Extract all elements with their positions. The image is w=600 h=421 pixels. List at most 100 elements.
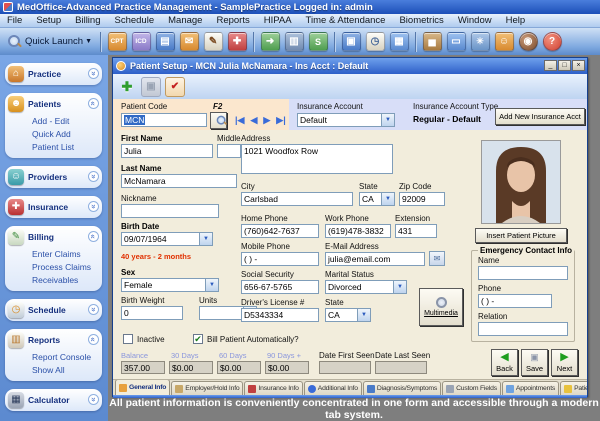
tab-appointments[interactable]: Appointments — [502, 381, 559, 395]
social-security-input[interactable]: 656-67-5765 — [241, 280, 319, 294]
sidebar-item-insurance[interactable]: ✚ Insurance « — [8, 198, 99, 215]
save-button[interactable]: ▣ Save — [521, 349, 548, 376]
work-phone-input[interactable]: (619)478-3832 — [325, 224, 391, 238]
menu-reports[interactable]: Reports — [209, 15, 256, 26]
menu-time-attendance[interactable]: Time & Attendance — [299, 15, 393, 26]
sidebar-link-enter-claims[interactable]: Enter Claims — [32, 248, 99, 261]
tab-general-info[interactable]: General Info — [115, 379, 170, 395]
state-select[interactable]: CA▼ — [359, 192, 395, 206]
menu-help[interactable]: Help — [499, 15, 533, 26]
last-record-button[interactable]: ▶| — [276, 115, 285, 125]
zip-code-input[interactable]: 92009 — [399, 192, 445, 206]
license-state-select[interactable]: CA▼ — [325, 308, 371, 322]
bill-automatically-checkbox[interactable]: ✔ Bill Patient Automatically? — [193, 334, 299, 344]
sidebar-item-providers[interactable]: ☺ Providers « — [8, 168, 99, 185]
referrals-icon[interactable]: ➜ — [261, 32, 280, 51]
birth-date-input[interactable]: 09/07/1964▼ — [121, 232, 213, 246]
last-name-input[interactable]: McNamara — [121, 174, 237, 188]
first-record-button[interactable]: |◀ — [235, 115, 244, 125]
birth-weight-input[interactable]: 0 — [121, 306, 183, 320]
emergency-kit-icon[interactable]: ✚ — [228, 32, 247, 51]
middle-initial-input[interactable] — [217, 144, 241, 158]
new-patient-icon[interactable]: ✚ — [117, 77, 137, 97]
collapse-chevron-icon[interactable]: « — [88, 334, 99, 345]
nickname-input[interactable] — [121, 204, 219, 218]
menu-file[interactable]: File — [0, 15, 29, 26]
expand-chevron-icon[interactable]: « — [88, 171, 99, 182]
sidebar-item-patients[interactable]: ☻ Patients « — [8, 95, 99, 112]
emergency-phone-input[interactable]: ( ) - — [478, 294, 552, 308]
tab-patient-notes[interactable]: Patient Notes — [560, 381, 587, 395]
email-input[interactable]: julia@email.com — [325, 252, 425, 266]
quick-launch-dropdown-icon[interactable]: ▼ — [85, 38, 92, 45]
inactive-checkbox[interactable]: Inactive — [123, 334, 165, 344]
charts-icon[interactable]: ▅ — [423, 32, 442, 51]
emergency-name-input[interactable] — [478, 266, 568, 280]
menu-billing[interactable]: Billing — [68, 15, 107, 26]
multimedia-button[interactable]: Multimedia — [419, 288, 463, 326]
menu-setup[interactable]: Setup — [29, 15, 68, 26]
verify-clipboard-icon[interactable]: ✔ — [165, 77, 185, 97]
tab-insurance-info[interactable]: Insurance Info — [244, 381, 302, 395]
patient-code-input[interactable]: MCN — [121, 113, 207, 127]
sidebar-item-billing[interactable]: ✎ Billing « — [8, 228, 99, 245]
monitor-icon[interactable]: ▭ — [447, 32, 466, 51]
sidebar-item-reports[interactable]: ▥ Reports « — [8, 331, 99, 348]
drivers-license-input[interactable]: D5343334 — [241, 308, 319, 322]
tab-diagnosis-symptoms[interactable]: Diagnosis/Symptoms — [363, 381, 441, 395]
marital-status-select[interactable]: Divorced▼ — [325, 280, 407, 294]
home-phone-input[interactable]: (760)642-7637 — [241, 224, 319, 238]
menu-window[interactable]: Window — [451, 15, 499, 26]
search-icon[interactable] — [8, 35, 21, 48]
back-button[interactable]: ◀ Back — [491, 349, 518, 376]
insert-patient-picture-button[interactable]: Insert Patient Picture — [475, 228, 567, 243]
minimize-button[interactable]: _ — [544, 60, 557, 71]
send-email-button[interactable]: ✉ — [429, 251, 445, 266]
add-new-insurance-button[interactable]: Add New Insurance Acct — [495, 108, 585, 125]
expand-chevron-icon[interactable]: « — [88, 68, 99, 79]
sidebar-link-quick-add[interactable]: Quick Add — [32, 128, 99, 141]
patient-window-titlebar[interactable]: Patient Setup - MCN Julia McNamara - Ins… — [113, 58, 587, 74]
quick-launch-button[interactable]: Quick Launch — [25, 36, 83, 47]
menu-biometrics[interactable]: Biometrics — [392, 15, 450, 26]
biometrics-icon[interactable]: ◉ — [519, 32, 538, 51]
maximize-button[interactable]: □ — [558, 60, 571, 71]
insurance-account-select[interactable]: Default▼ — [297, 113, 395, 127]
messages-icon[interactable]: ✉ — [180, 32, 199, 51]
patient-search-button[interactable] — [210, 112, 227, 129]
patient-card-icon[interactable]: ▤ — [156, 32, 175, 51]
collapse-chevron-icon[interactable]: « — [88, 98, 99, 109]
sex-select[interactable]: Female▼ — [121, 278, 219, 292]
save-patient-icon[interactable]: ▣ — [141, 77, 161, 97]
address-input[interactable]: 1021 Woodfox Row — [241, 144, 393, 174]
cpt-codes-icon[interactable]: CPT — [108, 32, 127, 51]
help-icon[interactable]: ? — [543, 32, 562, 51]
billing-station-icon[interactable]: ▥ — [285, 32, 304, 51]
collapse-chevron-icon[interactable]: « — [88, 231, 99, 242]
extension-input[interactable]: 431 — [395, 224, 437, 238]
previous-record-button[interactable]: ◀ — [250, 115, 257, 125]
sidebar-item-calculator[interactable]: ▦ Calculator « — [8, 391, 99, 408]
sidebar-item-schedule[interactable]: ◷ Schedule « — [8, 301, 99, 318]
first-name-input[interactable]: Julia — [121, 144, 213, 158]
sidebar-link-patient-list[interactable]: Patient List — [32, 141, 99, 154]
statements-icon[interactable]: S — [309, 32, 328, 51]
time-attendance-icon[interactable]: ☺ — [495, 32, 514, 51]
sidebar-link-report-console[interactable]: Report Console — [32, 351, 99, 364]
sidebar-link-receivables[interactable]: Receivables — [32, 274, 99, 287]
sidebar-link-add-edit[interactable]: Add - Edit — [32, 115, 99, 128]
sidebar-link-process-claims[interactable]: Process Claims — [32, 261, 99, 274]
mobile-phone-input[interactable]: ( ) - — [241, 252, 319, 266]
city-input[interactable]: Carlsbad — [241, 192, 353, 206]
next-record-button[interactable]: ▶ — [263, 115, 270, 125]
reports-doc-icon[interactable]: ◷ — [366, 32, 385, 51]
sidebar-link-show-all[interactable]: Show All — [32, 364, 99, 377]
menu-schedule[interactable]: Schedule — [108, 15, 162, 26]
icd-codes-icon[interactable]: ICD — [132, 32, 151, 51]
sidebar-item-practice[interactable]: ⌂ Practice « — [8, 65, 99, 82]
calendar-icon[interactable]: ▦ — [390, 32, 409, 51]
menu-hipaa[interactable]: HIPAA — [257, 15, 299, 26]
tab-custom-fields[interactable]: Custom Fields — [442, 381, 501, 395]
network-icon[interactable]: ✳ — [471, 32, 490, 51]
expand-chevron-icon[interactable]: « — [88, 304, 99, 315]
